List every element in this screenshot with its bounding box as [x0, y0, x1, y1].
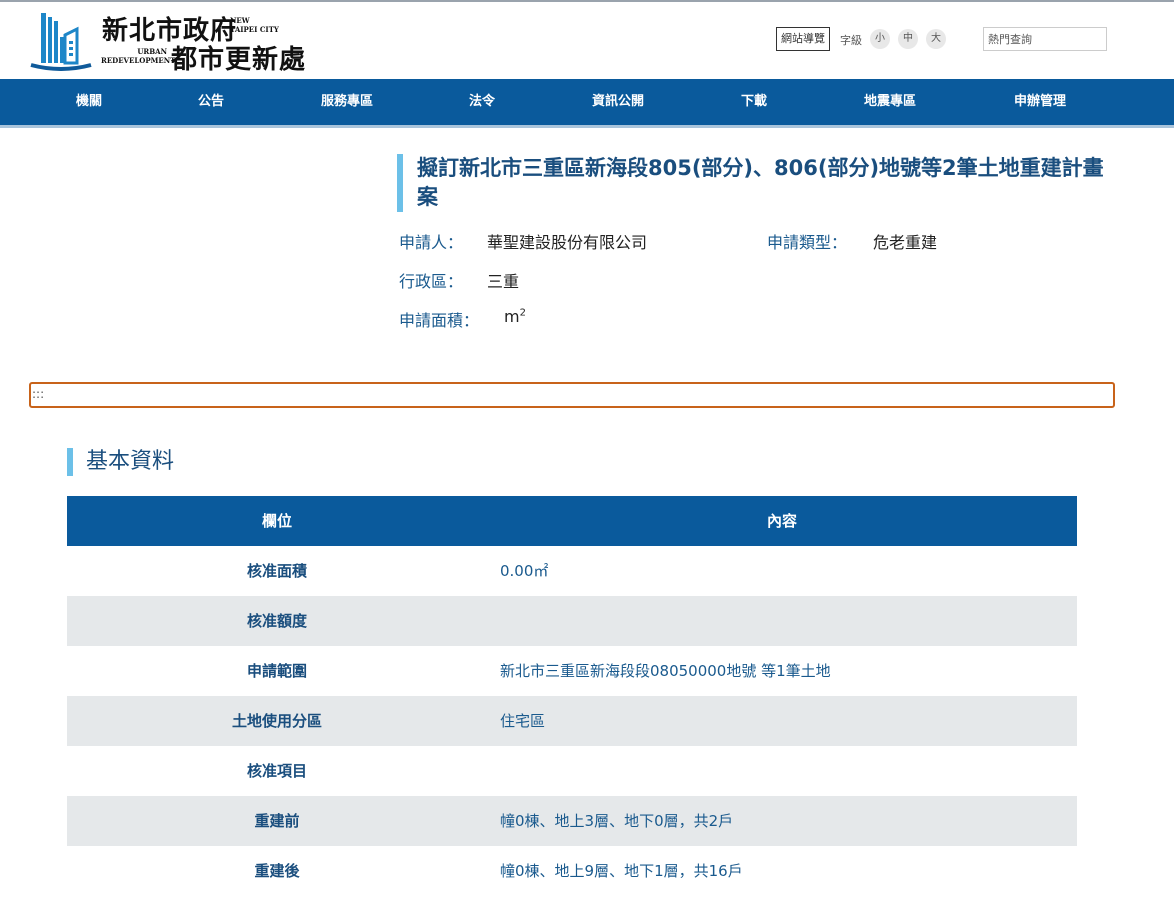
accesskey-text: :::	[32, 387, 45, 401]
row-value: 新北市三重區新海段段08050000地號 等1筆土地	[500, 662, 831, 680]
column-header-field: 欄位	[261, 512, 292, 530]
table-row: 核准項目	[67, 746, 1077, 796]
nav-shadow	[0, 125, 1174, 128]
row-field: 核准項目	[246, 762, 307, 780]
row-field: 重建後	[254, 862, 300, 880]
font-size-label: 字級	[840, 34, 862, 47]
logo-city-en: NEW TAIPEI CITY	[230, 16, 279, 34]
font-size-small-button[interactable]: 小	[870, 29, 890, 49]
section-title: 基本資料	[86, 449, 175, 474]
search-input[interactable]	[983, 27, 1107, 51]
area-unit: m2	[504, 307, 526, 326]
basic-info-table: 欄位 內容 核准面積 0.00㎡ 核准額度 申請範圍 新北市三重區新海段段080…	[67, 496, 1077, 896]
site-logo[interactable]: 新北市政府 NEW TAIPEI CITY URBAN REDEVELOPMEN…	[29, 9, 305, 75]
column-header-content: 內容	[766, 512, 797, 530]
nav-item-regulations[interactable]: 法令	[469, 79, 495, 125]
nav-item-agency[interactable]: 機關	[76, 79, 102, 125]
nav-item-earthquake[interactable]: 地震專區	[864, 79, 916, 125]
application-type-value: 危老重建	[873, 233, 938, 252]
application-type-label: 申請類型：	[767, 233, 848, 252]
nav-item-download[interactable]: 下載	[741, 79, 767, 125]
table-row: 重建前 幢0棟、地上3層、地下0層，共2戶	[67, 796, 1077, 846]
row-field: 重建前	[254, 812, 300, 830]
accesskey-anchor[interactable]: :::	[29, 382, 1115, 408]
nav-item-application[interactable]: 申辦管理	[1014, 79, 1066, 125]
font-size-medium-button[interactable]: 中	[898, 29, 918, 49]
district-value: 三重	[487, 272, 520, 291]
sitemap-button[interactable]: 網站導覽	[776, 27, 830, 51]
row-value: 幢0棟、地上3層、地下0層，共2戶	[500, 812, 734, 830]
row-value: 住宅區	[500, 712, 546, 730]
logo-office-name: 都市更新處	[171, 45, 307, 75]
font-size-large-button[interactable]: 大	[926, 29, 946, 49]
building-logo-icon	[30, 13, 92, 71]
area-label: 申請面積：	[399, 311, 480, 330]
table-row: 核准額度	[67, 596, 1077, 646]
table-row: 土地使用分區 住宅區	[67, 696, 1077, 746]
applicant-value: 華聖建設股份有限公司	[487, 233, 648, 252]
row-field: 土地使用分區	[231, 712, 322, 730]
row-value: 幢0棟、地上9層、地下1層，共16戶	[500, 862, 743, 880]
table-row: 核准面積 0.00㎡	[67, 546, 1077, 596]
logo-office-en: URBAN REDEVELOPMENT	[101, 47, 176, 65]
row-value: 0.00㎡	[500, 562, 549, 580]
table-row: 重建後 幢0棟、地上9層、地下1層，共16戶	[67, 846, 1077, 896]
row-field: 核准面積	[246, 562, 307, 580]
main-nav: 機關 公告 服務專區 法令 資訊公開 下載 地震專區 申辦管理	[0, 79, 1174, 125]
nav-item-information[interactable]: 資訊公開	[592, 79, 644, 125]
page-title: 擬訂新北市三重區新海段805(部分)、806(部分)地號等2筆土地重建計畫案	[417, 156, 1104, 209]
row-field: 申請範圍	[246, 662, 307, 680]
table-header: 欄位 內容	[67, 496, 1077, 546]
row-field: 核准額度	[246, 612, 307, 630]
section-accent-bar	[67, 448, 73, 476]
district-label: 行政區：	[399, 272, 464, 291]
top-border	[0, 0, 1174, 2]
table-row: 申請範圍 新北市三重區新海段段08050000地號 等1筆土地	[67, 646, 1077, 696]
nav-item-services[interactable]: 服務專區	[321, 79, 373, 125]
applicant-label: 申請人：	[399, 233, 464, 252]
nav-item-announcements[interactable]: 公告	[198, 79, 224, 125]
title-accent-bar	[397, 154, 403, 212]
